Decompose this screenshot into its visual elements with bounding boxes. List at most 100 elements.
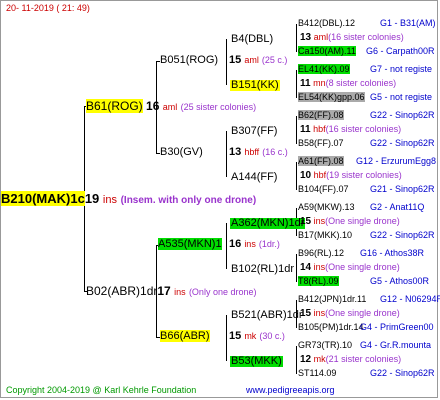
connector (226, 223, 227, 269)
g2-num: 15 (229, 330, 242, 342)
g4-node[interactable]: B412(DBL).12 G1 - B31(AM) (298, 19, 436, 28)
g3-node[interactable]: A144(FF) (230, 172, 278, 183)
g2-name: B30(GV) (160, 146, 203, 158)
copyright: Copyright 2004-2019 @ Karl Kehrle Founda… (6, 385, 197, 395)
g2-node-stats: 13 hbff (16 c.) (229, 147, 288, 158)
g4-node[interactable]: B96(RL).12 G16 - Athos38R (298, 248, 424, 258)
g2-note: (30 c.) (259, 331, 285, 341)
g4-info: G12 - ErzurumEgg8 (356, 156, 437, 166)
g4-node[interactable]: B58(FF).07 G22 - Sinop62R (298, 138, 435, 148)
g3-num: 12 (300, 354, 312, 365)
g4-node[interactable]: B412(JPN)1dr.11 G12 - N06294R (298, 295, 440, 304)
g1-num: 16 (146, 99, 160, 113)
g1-note: (25 sister colonies) (180, 102, 257, 112)
connector (296, 162, 297, 190)
g3-note: (8 sister colonies) (325, 78, 397, 88)
root-name: B210(MAK)1c (1, 191, 85, 206)
g4-node[interactable]: A59(MKW).13 G2 - Anat11Q (298, 203, 424, 212)
g3-num: 11 (300, 124, 311, 135)
root-unit: ins (102, 194, 117, 206)
g4-name: B17(MKK).10 (298, 230, 353, 240)
g4-node[interactable]: T8(RL).09 G5 - Athos00R (298, 276, 429, 286)
g4-info: G6 - Carpath00R (366, 46, 435, 56)
g3-node[interactable]: B102(RL)1dr (230, 264, 295, 275)
g3-note: (One single drone) (325, 216, 400, 226)
g4-info: G5 - not registe (370, 92, 433, 102)
g4-node[interactable]: A61(FF).08 G12 - ErzurumEgg8 (298, 156, 436, 166)
g4-node[interactable]: B62(FF).08 G22 - Sinop62R (298, 110, 435, 120)
g4-name: EL54(KK)gpp.06 (298, 92, 365, 102)
g3-stats: 14 ins(One single drone) (300, 263, 400, 273)
g4-name: T8(RL).09 (298, 276, 339, 286)
g4-name: B96(RL).12 (298, 248, 345, 258)
g4-node[interactable]: EL54(KK)gpp.06 G5 - not registe (298, 92, 432, 102)
g4-name: EL41(KK).09 (298, 64, 350, 74)
g4-node[interactable]: GR73(TR).10 G4 - Gr.R.mounta (298, 340, 431, 350)
g4-info: G7 - not registe (370, 64, 433, 74)
g3-note: (21 sister colonies) (325, 354, 402, 364)
connector (296, 254, 297, 282)
g3-node[interactable]: B4(DBL) (230, 34, 274, 45)
g4-name: B62(FF).08 (298, 110, 344, 120)
g1-node[interactable]: B61(ROG) 16 aml (25 sister colonies) (86, 99, 257, 113)
g2-unit: hbff (244, 147, 260, 157)
g4-name: B104(FF).07 (298, 184, 349, 194)
g3-unit: mk (313, 354, 326, 364)
g3-node[interactable]: B53(MKK) (230, 356, 283, 367)
g3-stats: 12 mk(21 sister colonies) (300, 355, 401, 365)
g3-note: (19 sister colonies) (326, 170, 402, 180)
g2-node[interactable]: B051(ROG) (160, 55, 218, 66)
g4-name: B58(FF).07 (298, 138, 344, 148)
g4-node[interactable]: B105(PM)1dr.14 G4 - PrimGreen00 (298, 322, 434, 332)
connector (296, 116, 297, 144)
g4-node[interactable]: EL41(KK).09 G7 - not registe (298, 64, 432, 74)
g4-name: B105(PM)1dr.14 (298, 322, 364, 332)
g4-info: G22 - Sinop62R (370, 110, 435, 120)
g3-note: (One single drone) (325, 308, 400, 318)
g4-name: GR73(TR).10 (298, 340, 353, 350)
root-num: 19 (84, 191, 100, 206)
g2-num: 13 (229, 146, 242, 158)
g1-note: (Only one drone) (188, 287, 257, 297)
g3-node[interactable]: B151(KK) (230, 80, 280, 91)
g3-stats: 11 mn(8 sister colonies) (300, 79, 396, 89)
g3-note: (16 sister colonies) (328, 32, 404, 42)
g3-num: 11 (300, 78, 311, 89)
g2-note: (16 c.) (262, 147, 288, 157)
g4-info: G12 - N06294R (380, 294, 440, 304)
root-queen[interactable]: B210(MAK)1c19 ins (Insem. with only one … (1, 191, 256, 206)
g3-note: (16 sister colonies) (325, 124, 402, 134)
g4-node[interactable]: B17(MKK).10 G22 - Sinop62R (298, 230, 435, 240)
g3-num: 15 (300, 216, 312, 227)
g3-num: 15 (300, 308, 312, 319)
g2-node[interactable]: B30(GV) (160, 147, 203, 158)
g1-node[interactable]: B02(ABR)1dr17 ins (Only one drone) (86, 285, 256, 297)
connector (296, 70, 297, 98)
g3-unit: ins (313, 308, 326, 318)
g3-stats: 11 hbf(16 sister colonies) (300, 125, 401, 135)
g4-info: G2 - Anat11Q (370, 202, 425, 212)
g2-node[interactable]: B66(ABR) (160, 330, 210, 342)
g4-info: G5 - Athos00R (370, 276, 430, 286)
g4-name: Ca150(AM).11 (298, 46, 356, 56)
g3-node[interactable]: B307(FF) (230, 126, 278, 137)
g3-node[interactable]: B521(ABR)1dr (230, 310, 304, 321)
g2-node[interactable]: A535(MKN)1 (158, 238, 222, 250)
g2-num: 16 (229, 238, 242, 250)
g3-stats: 15 ins(One single drone) (300, 309, 400, 319)
connector (226, 131, 227, 177)
site-link[interactable]: www.pedigreeapis.org (246, 386, 335, 395)
g2-num: 15 (229, 54, 242, 66)
g2-unit: aml (244, 55, 259, 65)
g4-node[interactable]: B104(FF).07 G21 - Sinop62R (298, 184, 435, 194)
g4-info: G22 - Sinop62R (370, 138, 435, 148)
g3-node[interactable]: A362(MKN)1dr (230, 218, 306, 229)
g4-node[interactable]: ST114.09 G22 - Sinop62R (298, 369, 435, 378)
g4-node[interactable]: Ca150(AM).11 G6 - Carpath00R (298, 46, 435, 56)
g2-unit: ins (244, 239, 256, 249)
g4-info: G21 - Sinop62R (370, 184, 435, 194)
g2-name: B051(ROG) (160, 54, 219, 66)
g1-num: 17 (157, 284, 171, 298)
connector (296, 346, 297, 374)
g3-num: 13 (300, 32, 312, 43)
